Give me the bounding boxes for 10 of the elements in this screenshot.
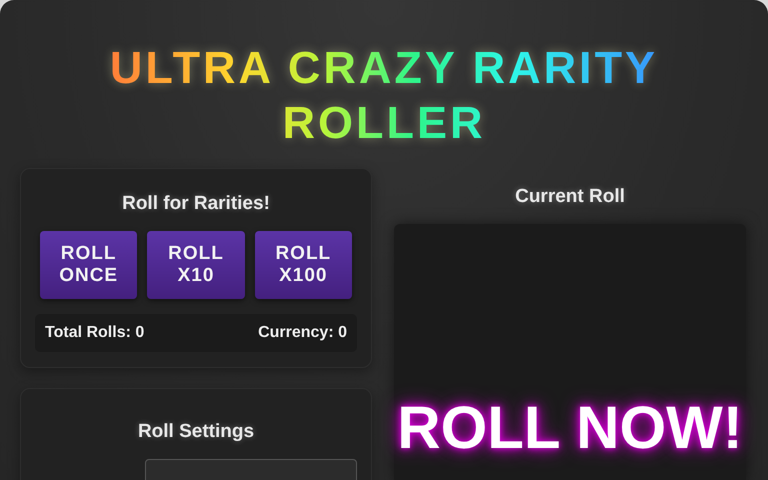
card-heading: Roll Settings: [138, 421, 254, 443]
section-heading: Current Roll: [515, 186, 625, 208]
roll-button[interactable]: ROLL X10: [147, 231, 245, 299]
stat-text: Total Rolls: 0: [45, 324, 144, 342]
roll-button[interactable]: ROLL X100: [254, 231, 352, 299]
card-heading: Roll for Rarities!: [122, 193, 270, 215]
select-field[interactable]: [145, 459, 357, 480]
stat-text: Currency: 0: [258, 324, 347, 342]
roll-result-text: ROLL NOW!: [397, 393, 743, 462]
roll-button[interactable]: ROLL ONCE: [40, 231, 138, 299]
